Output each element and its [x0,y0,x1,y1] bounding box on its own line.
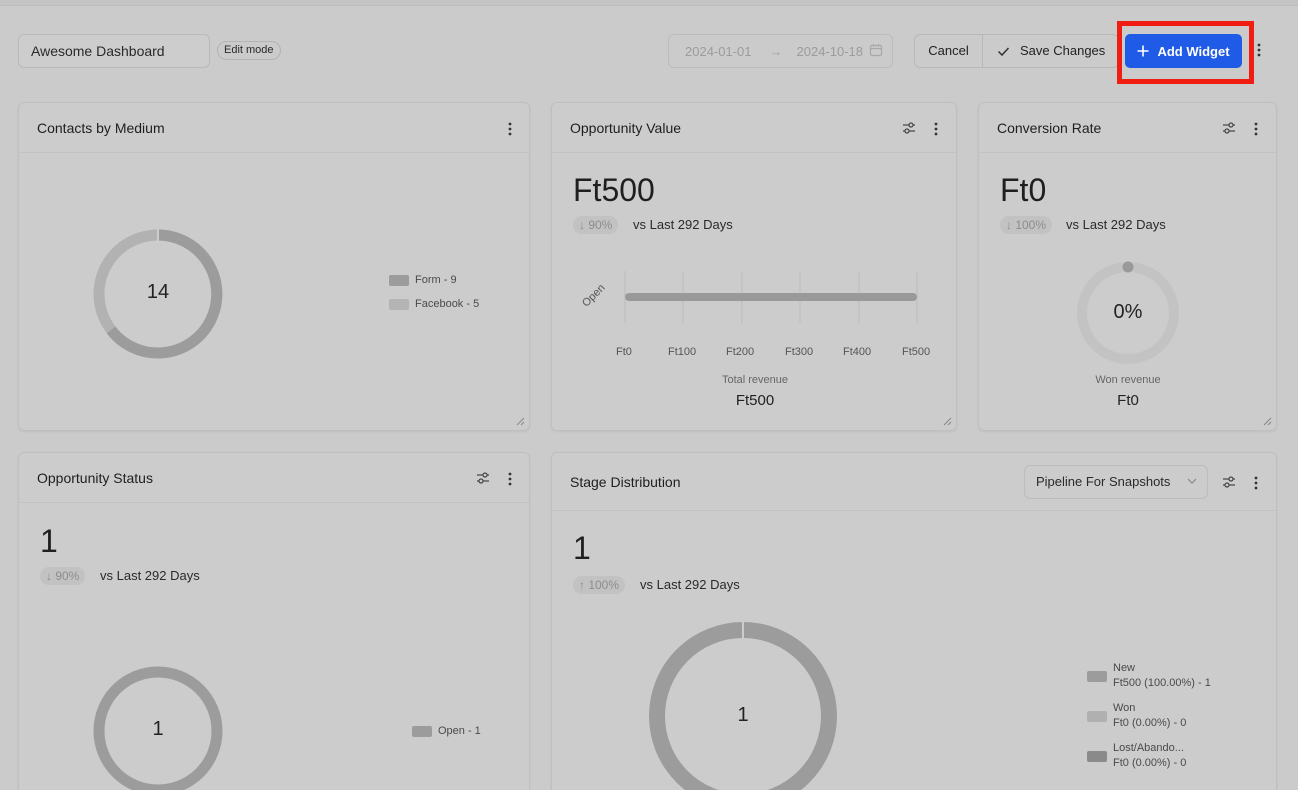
donut-center-value: 1 [737,704,749,726]
legend-swatch [1087,671,1107,682]
axis-tick-label: Ft100 [668,346,697,358]
filter-icon[interactable] [1222,476,1236,488]
comparison-label: vs Last 292 Days [100,568,200,583]
legend-swatch [389,299,409,310]
legend-detail: Ft0 (0.00%) - 0 [1113,757,1187,769]
filter-icon[interactable] [902,122,916,134]
more-options-icon[interactable] [507,471,519,487]
cancel-button[interactable]: Cancel [915,35,983,67]
axis-tick-label: Ft0 [616,346,632,358]
edit-actions-group: Cancel Save Changes [914,34,1119,68]
chart-caption-value: Ft0 [1117,392,1139,409]
widget-conversion-rate: Conversion Rate Ft0 ↓ 100% vs Last 292 D… [978,102,1277,431]
legend-item[interactable]: Lost/Abando... Ft0 (0.00%) - 0 [1087,742,1186,769]
date-range-picker[interactable]: 2024-01-01 → 2024-10-18 [668,34,893,68]
dashboard-name-input[interactable]: Awesome Dashboard [18,34,210,68]
add-widget-label: Add Widget [1157,43,1230,59]
pipeline-select[interactable]: Pipeline For Snapshots [1024,465,1208,499]
more-options-icon[interactable] [1253,475,1265,491]
axis-tick-label: Ft300 [785,346,814,358]
legend-item[interactable]: Open - 1 [412,725,481,737]
more-options-icon[interactable] [507,121,519,137]
resize-handle-icon[interactable] [942,416,952,426]
opportunity-bar-chart [624,271,918,323]
legend-name: Won [1113,702,1136,714]
metric-value: 1 [573,530,591,566]
gauge-value: 0% [1113,301,1143,323]
trend-badge: ↑ 100% [573,576,626,594]
widget-title: Stage Distribution [570,474,681,490]
legend-swatch [389,275,409,286]
trend-badge: ↓ 100% [1000,216,1053,234]
legend-item[interactable]: Won Ft0 (0.00%) - 0 [1087,702,1186,729]
donut-center-value: 1 [152,718,164,740]
trend-badge: ↓ 90% [573,216,619,234]
donut-center-value: 14 [146,281,170,303]
date-start: 2024-01-01 [685,43,752,59]
chart-caption: Total revenue [721,374,789,386]
widget-title: Opportunity Value [570,120,682,136]
top-border [0,0,1298,6]
plus-icon [1137,45,1149,57]
legend-detail: Ft500 (100.00%) - 1 [1113,677,1211,689]
save-changes-button[interactable]: Save Changes [983,35,1118,67]
widget-stage-distribution: Stage Distribution Pipeline For Snapshot… [551,452,1277,790]
save-changes-label: Save Changes [1020,43,1106,58]
calendar-icon [869,43,883,60]
legend-detail: Ft0 (0.00%) - 0 [1113,717,1187,729]
axis-tick-label: Ft400 [843,346,872,358]
axis-tick-label: Ft200 [726,346,755,358]
widget-title: Conversion Rate [997,120,1102,136]
resize-handle-icon[interactable] [515,416,525,426]
filter-icon[interactable] [476,472,490,484]
comparison-label: vs Last 292 Days [633,217,733,232]
legend-name: New [1113,662,1136,674]
chevron-down-icon [1187,478,1197,484]
check-icon [997,46,1010,56]
legend-label: Form - 9 [415,274,457,286]
comparison-label: vs Last 292 Days [1066,217,1166,232]
metric-value: Ft500 [573,172,655,208]
resize-handle-icon[interactable] [1262,416,1272,426]
axis-tick-label: Ft500 [902,346,931,358]
widget-title: Opportunity Status [37,470,153,486]
chart-caption: Won revenue [1095,374,1161,386]
filter-icon[interactable] [1222,122,1236,134]
pipeline-select-value: Pipeline For Snapshots [1036,474,1171,489]
chart-caption-value: Ft500 [735,392,775,409]
widget-opportunity-value: Opportunity Value Ft500 ↓ 90% vs Last 29… [551,102,957,431]
legend-swatch [1087,751,1107,762]
legend-item[interactable]: Facebook - 5 [389,298,479,310]
legend-swatch [1087,711,1107,722]
widget-contacts-by-medium: Contacts by Medium 14 Form - 9 Facebook … [18,102,530,431]
metric-value: 1 [40,523,58,559]
metric-value: Ft0 [1000,172,1047,208]
widget-opportunity-status: Opportunity Status 1 ↓ 90% vs Last 292 D… [18,452,530,790]
legend-label: Open - 1 [438,725,481,737]
trend-badge: ↓ 90% [40,567,86,585]
edit-mode-badge: Edit mode [217,41,281,60]
add-widget-button[interactable]: Add Widget [1125,34,1242,68]
bar-open [625,293,917,301]
legend-item[interactable]: Form - 9 [389,274,457,286]
legend-swatch [412,726,432,737]
more-options-icon[interactable] [933,121,945,137]
more-options-icon[interactable] [1253,121,1265,137]
legend-name: Lost/Abando... [1113,742,1184,754]
legend-item[interactable]: New Ft500 (100.00%) - 1 [1087,662,1211,689]
arrow-right-icon: → [769,43,783,59]
legend-label: Facebook - 5 [415,298,480,310]
date-end: 2024-10-18 [796,43,864,59]
comparison-label: vs Last 292 Days [640,577,740,592]
widget-title: Contacts by Medium [37,120,165,136]
more-options-icon[interactable] [1256,42,1262,63]
